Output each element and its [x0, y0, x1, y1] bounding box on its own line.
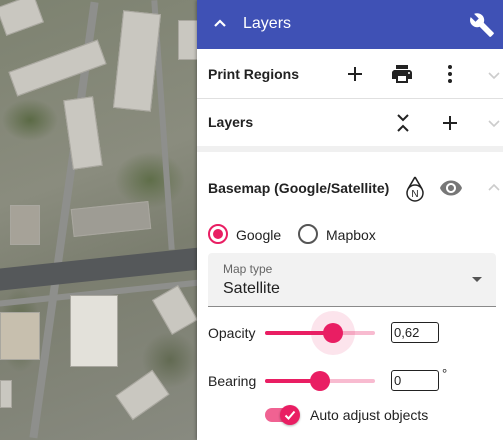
panel-header: Layers — [197, 0, 503, 49]
north-arrow-icon[interactable]: N — [403, 175, 427, 203]
expand-collapse-icon[interactable] — [391, 111, 415, 135]
bearing-slider-thumb[interactable] — [310, 371, 330, 391]
wrench-icon[interactable] — [469, 12, 495, 38]
chevron-up-icon[interactable] — [212, 15, 228, 31]
auto-adjust-toggle[interactable] — [280, 405, 300, 425]
bearing-unit: ° — [442, 366, 448, 381]
basemap-label: Basemap (Google/Satellite) — [208, 180, 390, 196]
chevron-down-icon[interactable] — [487, 117, 501, 131]
radio-mapbox-label: Mapbox — [326, 227, 376, 243]
opacity-label: Opacity — [208, 325, 256, 341]
bearing-input[interactable] — [391, 370, 439, 391]
panel-title: Layers — [243, 15, 292, 32]
layers-row: Layers — [197, 99, 503, 146]
basemap-header: Basemap (Google/Satellite) N — [197, 152, 503, 222]
plus-icon[interactable] — [343, 62, 367, 86]
map-type-select[interactable]: Map type Satellite — [208, 253, 496, 307]
plus-icon[interactable] — [438, 111, 462, 135]
more-vert-icon[interactable] — [438, 62, 462, 86]
layers-label: Layers — [208, 114, 254, 130]
opacity-input[interactable] — [391, 322, 439, 343]
radio-mapbox[interactable] — [298, 224, 318, 244]
chevron-up-icon[interactable] — [487, 180, 501, 194]
layers-panel: Layers Print Regions Layers Basemap (Goo… — [197, 0, 503, 440]
auto-adjust-label: Auto adjust objects — [310, 407, 429, 423]
map-type-value: Satellite — [223, 280, 280, 297]
svg-text:N: N — [411, 189, 418, 200]
bearing-label: Bearing — [208, 373, 257, 389]
print-regions-label: Print Regions — [208, 66, 300, 82]
chevron-down-icon[interactable] — [487, 69, 501, 83]
printer-icon[interactable] — [390, 62, 414, 86]
dropdown-arrow-icon — [472, 277, 482, 282]
eye-icon[interactable] — [439, 176, 463, 200]
radio-google[interactable] — [208, 224, 228, 244]
check-icon — [284, 410, 296, 420]
radio-google-label: Google — [236, 227, 282, 243]
satellite-map[interactable] — [0, 0, 197, 440]
map-type-label: Map type — [223, 262, 273, 276]
print-regions-row: Print Regions — [197, 49, 503, 98]
